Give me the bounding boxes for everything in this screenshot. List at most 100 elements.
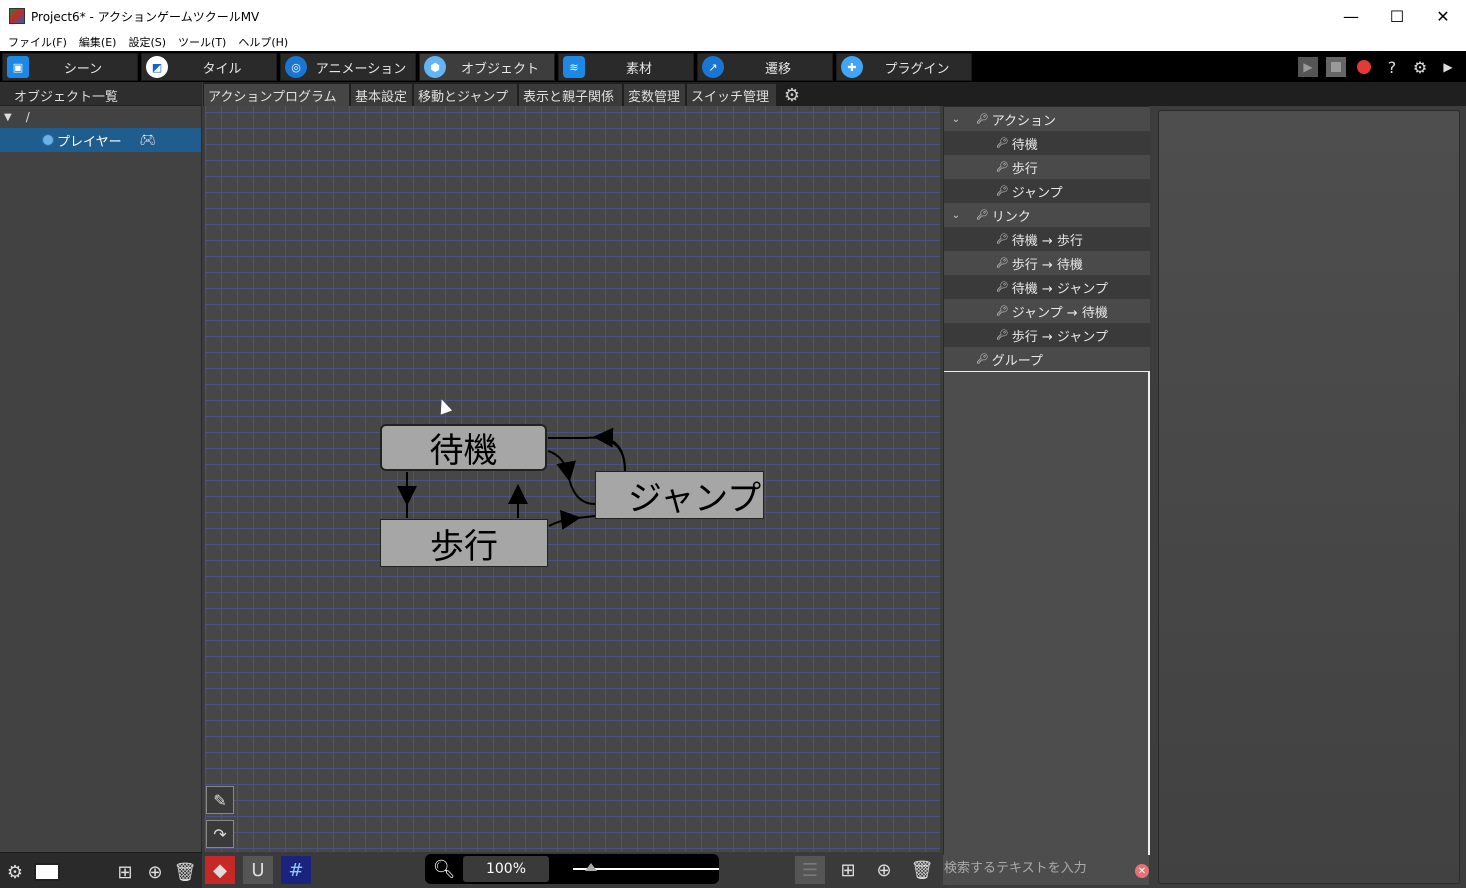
tab-object[interactable]: ⬢ オブジェクト — [419, 53, 555, 81]
grid-icon[interactable]: # — [281, 856, 311, 884]
property-panel — [1152, 106, 1466, 888]
tab-tile[interactable]: ◩ タイル — [141, 53, 277, 81]
shape-tool-icon[interactable]: ◆ — [205, 856, 235, 884]
expand-icon[interactable]: ▶ — [1438, 57, 1458, 77]
tab-material[interactable]: ≋ 素材 — [558, 53, 694, 81]
menu-edit[interactable]: 編集(E) — [75, 34, 125, 50]
tree-empty-area — [944, 371, 1150, 855]
menu-file[interactable]: ファイル(F) — [4, 34, 75, 50]
gear-icon[interactable]: ⚙ — [1410, 57, 1430, 77]
trash-icon[interactable]: 🗑︎ — [907, 856, 937, 884]
magnifier-icon[interactable]: 🔍︎ — [429, 859, 459, 880]
tab-scene[interactable]: ▣ シーン — [2, 53, 138, 81]
object-item-player[interactable]: プレイヤー 🎮︎ — [0, 128, 201, 152]
expand-triangle-icon[interactable]: ▼ — [4, 112, 12, 123]
scene-icon: ▣ — [7, 56, 29, 78]
pencil-icon[interactable]: ✎ — [206, 786, 234, 814]
gamepad-icon: 🎮︎ — [139, 132, 157, 148]
key-icon: 🔑︎ — [996, 161, 1009, 173]
tree-item[interactable]: 🔑︎ 歩行 → 待機 — [944, 251, 1150, 275]
trash-icon[interactable]: 🗑︎ — [174, 861, 197, 883]
add-folder-icon[interactable]: ⊞ — [833, 856, 863, 884]
key-icon: 🔑︎ — [996, 281, 1009, 293]
tile-icon: ◩ — [146, 56, 168, 78]
link-arrows — [397, 427, 626, 530]
window-title: Project6* - アクションゲームツクールMV — [31, 9, 260, 24]
link-walk-to-jump[interactable] — [548, 509, 581, 530]
key-icon: 🔑︎ — [996, 305, 1009, 317]
chevron-down-icon[interactable]: ⌄ — [946, 114, 966, 125]
menu-help[interactable]: ヘルプ(H) — [234, 34, 296, 50]
tree-root[interactable]: ▼ / — [0, 106, 201, 128]
magnet-icon[interactable]: U — [243, 856, 273, 884]
minimize-button[interactable]: — — [1328, 0, 1374, 32]
zoom-control: 🔍︎ 100% — [425, 854, 719, 884]
tab-animation[interactable]: ◎ アニメーション — [280, 53, 416, 81]
tree-item[interactable]: 🔑︎ ジャンプ → 待機 — [944, 299, 1150, 323]
action-node-wait[interactable]: 待機 — [380, 424, 547, 471]
menu-settings[interactable]: 設定(S) — [124, 34, 174, 50]
zoom-slider-thumb[interactable] — [584, 863, 597, 871]
title-bar: Project6* - アクションゲームツクールMV — ☐ ✕ — [0, 0, 1466, 32]
help-icon[interactable]: ? — [1382, 57, 1402, 77]
close-button[interactable]: ✕ — [1420, 0, 1466, 32]
action-program-canvas[interactable]: 待機 歩行 ジャンプ — [205, 106, 940, 852]
maximize-button[interactable]: ☐ — [1374, 0, 1420, 32]
chevron-down-icon[interactable]: ⌄ — [946, 210, 966, 221]
tree-groups-header[interactable]: 🔑︎ グループ — [944, 347, 1150, 371]
search-input[interactable]: 検索するテキストを入力 — [943, 855, 1149, 885]
subtab-move-jump[interactable]: 移動とジャンプ — [414, 84, 518, 106]
key-icon: 🔑︎ — [996, 185, 1009, 197]
tab-plugin[interactable]: ✚ プラグイン — [836, 53, 972, 81]
canvas-toolbar: ◆ U # 🔍︎ 100% ☰ ⊞ ⊕ 🗑︎ — [203, 852, 946, 888]
list-icon[interactable]: ☰ — [795, 856, 825, 884]
stop-icon[interactable] — [1326, 57, 1346, 77]
play-icon[interactable]: ▶ — [1298, 57, 1318, 77]
object-list-header: オブジェクト一覧 — [0, 82, 201, 106]
zoom-slider[interactable] — [573, 863, 719, 871]
add-folder-icon[interactable]: ⊞ — [114, 861, 136, 883]
tree-item[interactable]: 🔑︎ 待機 → 歩行 — [944, 227, 1150, 251]
tree-item[interactable]: 🔑︎ 歩行 — [944, 155, 1150, 179]
tree-links-header[interactable]: ⌄ 🔑︎ リンク — [944, 203, 1150, 227]
subtab-action-program[interactable]: アクションプログラム — [204, 84, 350, 106]
sub-tab-bar: アクションプログラム 基本設定 移動とジャンプ 表示と親子関係 変数管理 スイッ… — [203, 82, 1466, 106]
key-icon: 🔑︎ — [976, 353, 989, 365]
menu-tools[interactable]: ツール(T) — [174, 34, 234, 50]
main-tab-bar: ▣ シーン ◩ タイル ◎ アニメーション ⬢ オブジェクト ≋ 素材 ↗ 遷移… — [0, 51, 1466, 82]
link-wait-to-jump[interactable] — [547, 450, 576, 482]
tree-item[interactable]: 🔑︎ ジャンプ — [944, 179, 1150, 203]
material-icon: ≋ — [563, 56, 585, 78]
clear-search-icon[interactable]: ✕ — [1135, 864, 1149, 878]
tree-item[interactable]: 🔑︎ 歩行 → ジャンプ — [944, 323, 1150, 347]
add-object-icon[interactable]: ⊕ — [144, 861, 166, 883]
link-curve-icon[interactable]: ↷ — [206, 820, 234, 848]
subtab-gear-icon[interactable]: ⚙ — [782, 85, 802, 106]
object-list-panel: オブジェクト一覧 ▼ / プレイヤー 🎮︎ ⚙ ⊞ ⊕ 🗑︎ — [0, 82, 202, 888]
action-node-jump[interactable]: ジャンプ — [595, 471, 764, 519]
key-icon: 🔑︎ — [996, 257, 1009, 269]
action-node-walk[interactable]: 歩行 — [380, 519, 548, 567]
settings-gear-icon[interactable]: ⚙ — [4, 861, 26, 883]
add-item-icon[interactable]: ⊕ — [869, 856, 899, 884]
tree-item[interactable]: 🔑︎ 待機 — [944, 131, 1150, 155]
tab-transition[interactable]: ↗ 遷移 — [697, 53, 833, 81]
plugin-icon: ✚ — [841, 56, 863, 78]
menu-bar: ファイル(F) 編集(E) 設定(S) ツール(T) ヘルプ(H) — [0, 32, 1466, 51]
subtab-switches[interactable]: スイッチ管理 — [687, 84, 777, 106]
film-icon[interactable] — [34, 863, 60, 881]
transition-icon: ↗ — [702, 56, 724, 78]
subtab-display-parent[interactable]: 表示と親子関係 — [519, 84, 623, 106]
subtab-basic-settings[interactable]: 基本設定 — [351, 84, 413, 106]
object-list-toolbar: ⚙ ⊞ ⊕ 🗑︎ — [0, 852, 202, 888]
animation-icon: ◎ — [285, 56, 307, 78]
subtab-variables[interactable]: 変数管理 — [624, 84, 686, 106]
zoom-input[interactable]: 100% — [463, 856, 549, 882]
undo-record-icon[interactable] — [1354, 57, 1374, 77]
object-icon — [42, 134, 54, 146]
tree-item[interactable]: 🔑︎ 待機 → ジャンプ — [944, 275, 1150, 299]
key-icon: 🔑︎ — [996, 233, 1009, 245]
property-panel-body — [1158, 110, 1460, 884]
key-icon: 🔑︎ — [996, 137, 1009, 149]
tree-actions-header[interactable]: ⌄ 🔑︎ アクション — [944, 107, 1150, 131]
